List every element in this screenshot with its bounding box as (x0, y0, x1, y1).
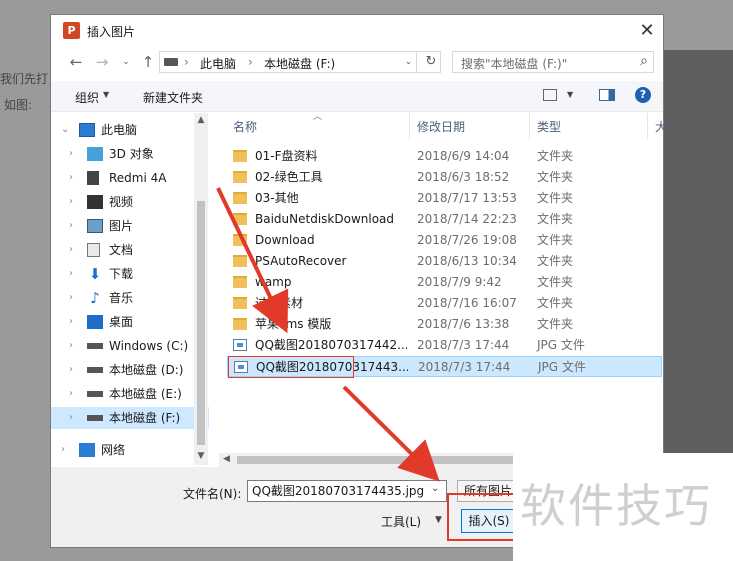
annotation-arrow (216, 187, 289, 334)
watermark: 软件技巧 (520, 479, 712, 533)
annotation-arrow (342, 385, 440, 482)
